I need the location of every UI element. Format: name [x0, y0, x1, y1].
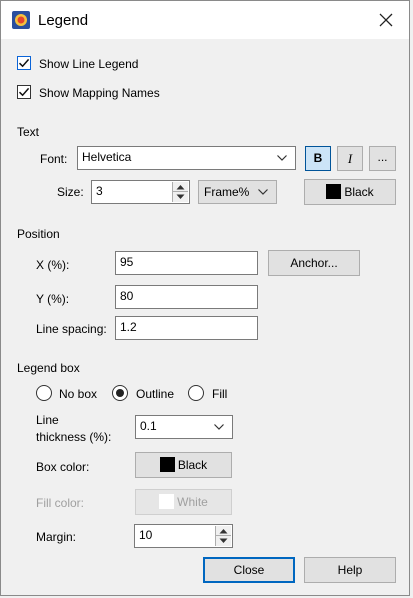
- chevron-down-icon: [277, 155, 287, 161]
- font-value: Helvetica: [82, 150, 132, 164]
- checkmark-icon: [18, 87, 30, 97]
- size-units-value: Frame%: [204, 185, 250, 199]
- text-section-label: Text: [17, 125, 40, 139]
- chevron-down-icon: [214, 424, 224, 430]
- triangle-up-icon: [176, 185, 185, 190]
- x-value: 95: [120, 255, 134, 269]
- size-units-dropdown[interactable]: Frame%: [198, 180, 277, 204]
- y-input[interactable]: 80: [115, 285, 258, 309]
- margin-up-button[interactable]: [216, 526, 231, 536]
- help-button[interactable]: Help: [304, 557, 396, 583]
- more-font-options-button[interactable]: ...: [369, 146, 396, 171]
- text-color-swatch: [326, 184, 342, 199]
- line-spacing-input[interactable]: 1.2: [115, 316, 258, 340]
- x-input[interactable]: 95: [115, 251, 258, 275]
- radio-selected-dot: [116, 389, 124, 397]
- box-color-button[interactable]: Black: [135, 452, 232, 478]
- y-value: 80: [120, 289, 134, 303]
- legend-box-section-label: Legend box: [17, 361, 80, 375]
- no-box-radio[interactable]: [36, 385, 52, 401]
- dialog-title: Legend: [38, 12, 89, 29]
- fill-color-label: Fill color:: [36, 496, 85, 510]
- app-icon: [12, 11, 30, 29]
- fill-radio[interactable]: [188, 385, 204, 401]
- margin-down-button[interactable]: [216, 536, 231, 546]
- text-color-label: Black: [344, 185, 374, 199]
- margin-stepper[interactable]: 10: [134, 524, 233, 548]
- font-label: Font:: [40, 152, 68, 166]
- line-spacing-value: 1.2: [120, 320, 137, 334]
- box-color-swatch: [159, 457, 175, 472]
- text-color-button[interactable]: Black: [304, 179, 396, 205]
- outline-label[interactable]: Outline: [136, 387, 174, 401]
- fill-color-value: White: [177, 495, 208, 509]
- size-up-button[interactable]: [173, 182, 188, 192]
- show-mapping-names-label[interactable]: Show Mapping Names: [39, 86, 160, 100]
- triangle-up-icon: [219, 529, 228, 534]
- triangle-down-icon: [176, 194, 185, 199]
- size-label: Size:: [57, 185, 84, 199]
- chevron-down-icon: [258, 189, 268, 195]
- fill-color-swatch: [159, 494, 175, 509]
- size-value: 3: [96, 184, 103, 198]
- show-line-legend-label[interactable]: Show Line Legend: [39, 57, 138, 71]
- box-color-value: Black: [177, 458, 208, 472]
- title-bar: Legend: [1, 1, 409, 39]
- anchor-button[interactable]: Anchor...: [268, 250, 360, 276]
- margin-label: Margin:: [36, 530, 77, 544]
- outline-radio[interactable]: [112, 385, 128, 401]
- size-stepper[interactable]: 3: [91, 180, 190, 204]
- line-thickness-label-line1: Line: [36, 413, 59, 427]
- fill-color-button[interactable]: White: [135, 489, 232, 515]
- position-section-label: Position: [17, 227, 60, 241]
- y-label: Y (%):: [36, 292, 70, 306]
- font-dropdown[interactable]: Helvetica: [77, 146, 296, 170]
- line-thickness-dropdown[interactable]: 0.1: [135, 415, 233, 439]
- no-box-label[interactable]: No box: [59, 387, 97, 401]
- checkmark-icon: [18, 58, 30, 68]
- box-color-label: Box color:: [36, 460, 90, 474]
- fill-label[interactable]: Fill: [212, 387, 227, 401]
- show-mapping-names-checkbox[interactable]: [17, 85, 31, 99]
- italic-button[interactable]: I: [337, 146, 363, 171]
- close-icon[interactable]: [375, 9, 397, 31]
- x-label: X (%):: [36, 258, 70, 272]
- close-button[interactable]: Close: [203, 557, 295, 583]
- size-down-button[interactable]: [173, 192, 188, 202]
- line-thickness-label-line2: thickness (%):: [36, 430, 112, 444]
- bold-button[interactable]: B: [305, 146, 331, 171]
- show-line-legend-checkbox[interactable]: [17, 56, 31, 70]
- margin-spinner[interactable]: [215, 526, 231, 546]
- margin-value: 10: [139, 528, 153, 542]
- triangle-down-icon: [219, 538, 228, 543]
- line-spacing-label: Line spacing:: [36, 322, 107, 336]
- size-spinner[interactable]: [172, 182, 188, 202]
- legend-dialog: Legend Show Line Legend Show Mapping Nam…: [0, 0, 410, 596]
- line-thickness-value: 0.1: [140, 419, 157, 433]
